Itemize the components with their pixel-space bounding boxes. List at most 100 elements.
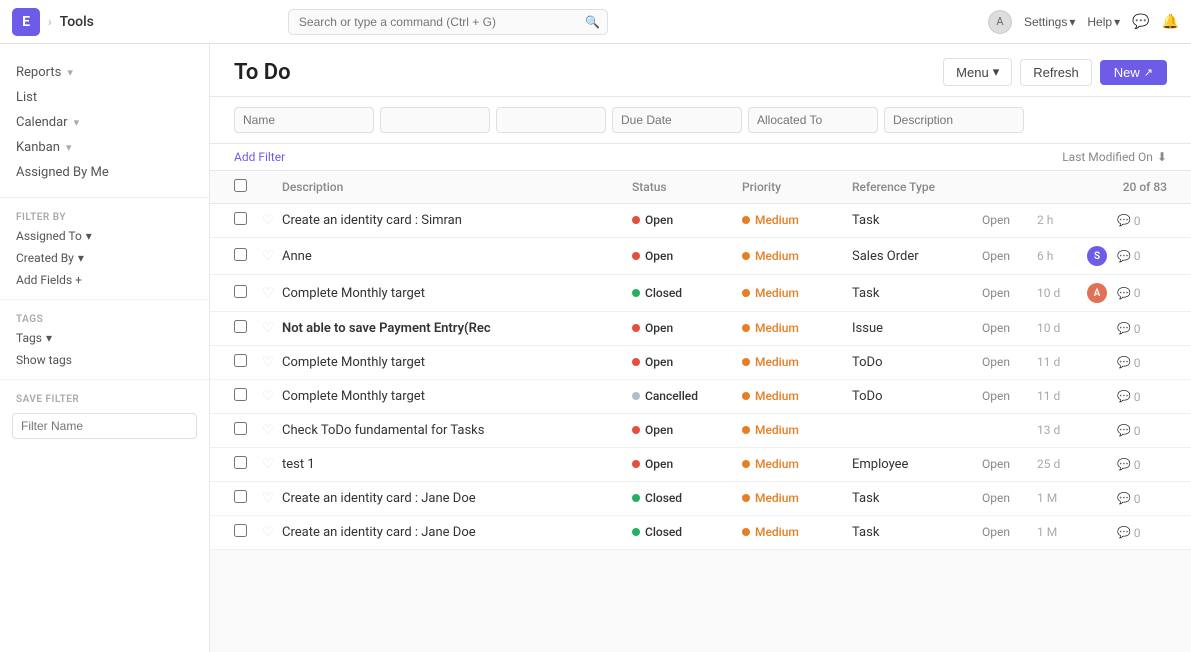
sidebar-item-list[interactable]: List	[0, 85, 209, 110]
header-actions: Menu ▾ Refresh New ↗	[943, 58, 1167, 86]
chevron-down-icon: ▾	[993, 64, 1000, 80]
row-time: 6 h	[1037, 249, 1087, 264]
row-checkbox[interactable]	[234, 320, 247, 333]
comment-icon: 💬	[1117, 424, 1131, 437]
search-bar[interactable]: 🔍	[288, 9, 608, 35]
due-date-filter-input[interactable]	[612, 107, 742, 133]
row-comments: 💬 0	[1117, 390, 1167, 404]
row-checkbox[interactable]	[234, 524, 247, 537]
settings-button[interactable]: Settings ▾	[1024, 15, 1075, 29]
select-all-checkbox[interactable]	[234, 179, 247, 192]
priority-label: Medium	[755, 213, 799, 227]
status-dot	[632, 528, 640, 536]
bell-icon[interactable]: 🔔	[1162, 14, 1179, 30]
row-checkbox-col	[234, 490, 262, 507]
filter-created-by[interactable]: Created By ▾	[0, 247, 209, 269]
new-button[interactable]: New ↗	[1100, 60, 1167, 85]
save-filter-input[interactable]	[12, 413, 197, 439]
comment-count-label: 0	[1134, 214, 1141, 228]
row-checkbox-col	[234, 212, 262, 229]
priority-label: Medium	[755, 249, 799, 263]
comment-count-label: 0	[1134, 286, 1141, 300]
row-checkbox[interactable]	[234, 248, 247, 261]
row-checkbox[interactable]	[234, 212, 247, 225]
row-time: 11 d	[1037, 389, 1087, 404]
row-open-label: Open	[982, 286, 1037, 301]
status-label: Open	[645, 249, 673, 263]
comment-icon: 💬	[1117, 458, 1131, 471]
row-heart[interactable]: ♡	[262, 355, 282, 370]
filter-assigned-to[interactable]: Assigned To ▾	[0, 225, 209, 247]
help-button[interactable]: Help ▾	[1087, 15, 1120, 29]
status-label: Open	[645, 213, 673, 227]
chevron-down-icon: ▾	[66, 141, 72, 154]
priority-dot	[742, 358, 750, 366]
allocated-filter-input[interactable]	[748, 107, 878, 133]
row-checkbox-col	[234, 524, 262, 541]
row-checkbox[interactable]	[234, 456, 247, 469]
description-filter-input[interactable]	[884, 107, 1024, 133]
row-reference-type: Task	[852, 286, 982, 301]
sidebar-divider	[0, 197, 209, 198]
status-filter-input[interactable]	[380, 107, 490, 133]
sidebar-item-assigned-by-me[interactable]: Assigned By Me	[0, 160, 209, 185]
row-checkbox[interactable]	[234, 422, 247, 435]
name-filter-input[interactable]	[234, 107, 374, 133]
sidebar-item-kanban[interactable]: Kanban ▾	[0, 135, 209, 160]
add-fields-button[interactable]: Add Fields +	[0, 269, 209, 291]
table-row: ♡ Complete Monthly target Open Medium To…	[210, 346, 1191, 380]
priority-dot	[742, 392, 750, 400]
row-open-label: Open	[982, 525, 1037, 540]
refresh-button[interactable]: Refresh	[1020, 59, 1092, 86]
show-tags-button[interactable]: Show tags	[0, 349, 209, 371]
row-time: 25 d	[1037, 457, 1087, 472]
row-checkbox[interactable]	[234, 354, 247, 367]
sidebar-nav-section: Reports ▾ List Calendar ▾ Kanban ▾ Assig…	[0, 56, 209, 189]
sort-down-icon[interactable]: ⬇	[1157, 150, 1167, 164]
priority-dot	[742, 216, 750, 224]
add-filter-button[interactable]: Add Filter	[234, 150, 285, 164]
sidebar-item-reports[interactable]: Reports ▾	[0, 60, 209, 85]
row-checkbox-col	[234, 320, 262, 337]
row-heart[interactable]: ♡	[262, 423, 282, 438]
tags-item[interactable]: Tags ▾	[0, 327, 209, 349]
search-input[interactable]	[288, 9, 608, 35]
search-icon: 🔍	[585, 15, 600, 29]
row-heart[interactable]: ♡	[262, 525, 282, 540]
row-priority: Medium	[742, 491, 852, 506]
row-heart[interactable]: ♡	[262, 457, 282, 472]
status-dot	[632, 358, 640, 366]
row-heart[interactable]: ♡	[262, 213, 282, 228]
row-heart[interactable]: ♡	[262, 389, 282, 404]
row-heart[interactable]: ♡	[262, 321, 282, 336]
row-time: 13 d	[1037, 423, 1087, 438]
row-comments: 💬 0	[1117, 322, 1167, 336]
status-label: Open	[645, 355, 673, 369]
row-checkbox-col	[234, 285, 262, 302]
row-reference-type: Issue	[852, 321, 982, 336]
chat-icon[interactable]: 💬	[1132, 14, 1149, 30]
table-row: ♡ Complete Monthly target Closed Medium …	[210, 275, 1191, 312]
row-status: Closed	[632, 491, 742, 506]
row-checkbox[interactable]	[234, 285, 247, 298]
status-dot	[632, 324, 640, 332]
row-reference-type: ToDo	[852, 355, 982, 370]
top-navigation: E › Tools 🔍 A Settings ▾ Help ▾ 💬 🔔	[0, 0, 1191, 44]
row-checkbox[interactable]	[234, 388, 247, 401]
row-open-label: Open	[982, 355, 1037, 370]
row-open-label: Open	[982, 491, 1037, 506]
header-reftype-col: Reference Type	[852, 180, 982, 194]
menu-button[interactable]: Menu ▾	[943, 58, 1012, 86]
status-label: Closed	[645, 525, 682, 539]
sidebar-item-calendar[interactable]: Calendar ▾	[0, 110, 209, 135]
row-heart[interactable]: ♡	[262, 286, 282, 301]
priority-dot	[742, 494, 750, 502]
comment-icon: 💬	[1117, 390, 1131, 403]
row-checkbox[interactable]	[234, 490, 247, 503]
priority-filter-input[interactable]	[496, 107, 606, 133]
row-heart[interactable]: ♡	[262, 249, 282, 264]
row-priority: Medium	[742, 286, 852, 301]
chevron-down-icon: ▾	[86, 229, 92, 243]
filter-by-label: FILTER BY	[0, 206, 209, 225]
row-heart[interactable]: ♡	[262, 491, 282, 506]
